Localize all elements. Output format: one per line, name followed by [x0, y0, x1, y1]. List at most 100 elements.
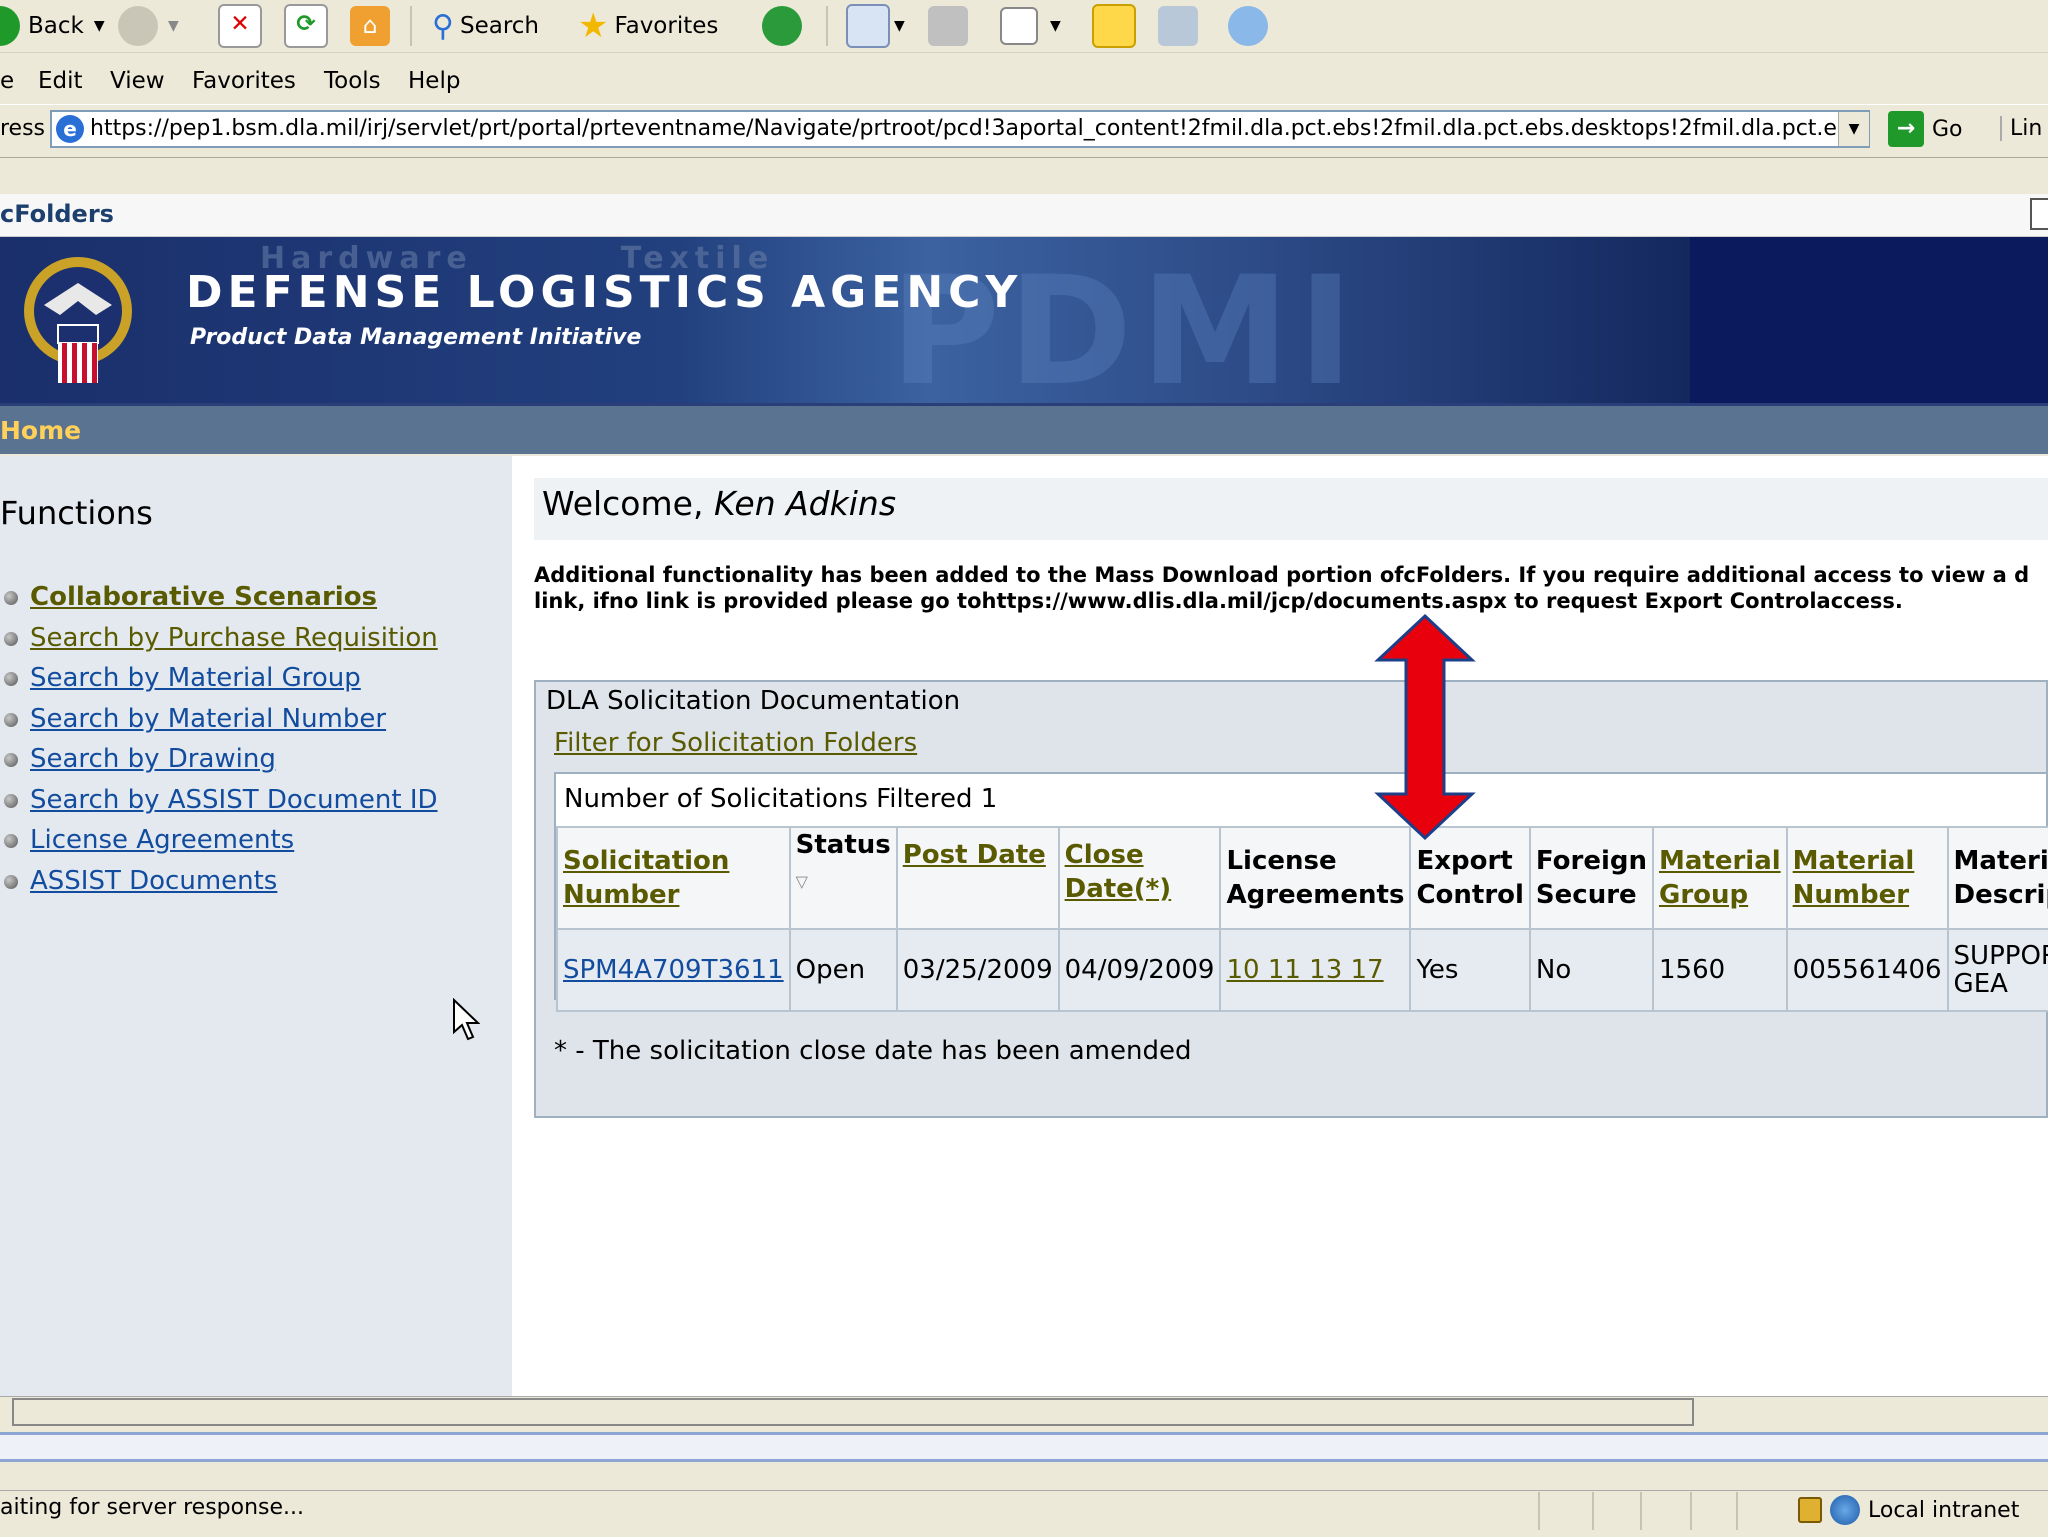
menu-view[interactable]: View [110, 68, 165, 94]
discuss-button[interactable] [1092, 4, 1136, 48]
back-button[interactable]: Back ▼ [0, 6, 105, 46]
menu-favorites[interactable]: Favorites [192, 68, 296, 94]
sidebar-item-assist-documents[interactable]: ASSIST Documents [0, 866, 277, 896]
sidebar-item-assist-document-id[interactable]: Search by ASSIST Document ID [0, 785, 438, 815]
favorites-button[interactable]: ★ Favorites [578, 6, 718, 46]
col-post-date[interactable]: Post Date [895, 826, 1060, 930]
agency-banner: Hardware Textile PDMI DEFENSE LOGISTICS … [0, 237, 2048, 406]
status-divider [1690, 1492, 1692, 1530]
sort-triangle-icon[interactable]: ▽ [796, 872, 808, 891]
status-divider [1592, 1492, 1594, 1530]
sidebar-item-license-agreements[interactable]: License Agreements [0, 825, 294, 855]
page-menu-icon[interactable] [2030, 198, 2048, 230]
links-button[interactable]: Lin [2000, 116, 2042, 141]
agency-name: DEFENSE LOGISTICS AGENCY [186, 267, 1023, 318]
portal-title-bar [0, 194, 2048, 237]
sidebar-item-label[interactable]: Search by Material Number [30, 704, 386, 734]
sidebar-item-label[interactable]: Search by Material Group [30, 663, 361, 693]
status-text: aiting for server response... [0, 1495, 305, 1520]
url-input[interactable]: e https://pep1.bsm.dla.mil/irj/servlet/pr… [50, 110, 1870, 148]
double-arrow-icon [1374, 613, 1476, 841]
word-icon [1000, 7, 1038, 45]
refresh-icon: ⟳ [284, 4, 328, 48]
sidebar-item-label[interactable]: Search by Purchase Requisition [30, 623, 438, 653]
portal-title: cFolders [0, 200, 114, 228]
cell-status: Open [788, 928, 898, 1012]
bullet-icon [4, 631, 18, 646]
close-date-footnote: * - The solicitation close date has been… [554, 1036, 1192, 1066]
menu-help[interactable]: Help [408, 68, 460, 94]
sidebar-item-label[interactable]: Search by Drawing [30, 744, 276, 774]
sidebar-item-material-group[interactable]: Search by Material Group [0, 663, 361, 693]
toolbar-divider [410, 6, 412, 46]
scrollbar-thumb[interactable] [12, 1398, 1694, 1426]
url-dropdown-chevron-icon[interactable]: ▼ [1838, 112, 1869, 146]
url-text: https://pep1.bsm.dla.mil/irj/servlet/prt… [90, 116, 1870, 141]
table-row: SPM4A709T3611 Open 03/25/2009 04/09/2009… [556, 928, 2048, 1012]
sidebar-item-label[interactable]: Collaborative Scenarios [30, 582, 377, 612]
col-close-date[interactable]: Close Date(*) [1057, 826, 1222, 930]
messenger-icon [1228, 6, 1268, 46]
menu-file[interactable]: e [0, 68, 14, 94]
status-bar [0, 1490, 2048, 1537]
sidebar-item-collaborative-scenarios[interactable]: Collaborative Scenarios [0, 582, 377, 612]
go-label: Go [1932, 116, 1963, 142]
history-button[interactable] [762, 6, 802, 46]
ie-page-icon: e [56, 115, 84, 143]
sidebar-item-label[interactable]: License Agreements [30, 825, 294, 855]
search-button[interactable]: ⚲ Search [432, 6, 539, 46]
messenger-button[interactable] [1228, 6, 1268, 46]
forward-button[interactable]: ▼ [118, 6, 179, 46]
sidebar-item-label[interactable]: ASSIST Documents [30, 866, 277, 896]
mail-icon [846, 4, 890, 48]
menu-edit[interactable]: Edit [38, 68, 83, 94]
history-icon [762, 6, 802, 46]
sidebar-item-material-number[interactable]: Search by Material Number [0, 704, 386, 734]
chevron-down-icon[interactable]: ▼ [94, 18, 105, 34]
printer-icon [928, 6, 968, 46]
sidebar-item-label[interactable]: Search by ASSIST Document ID [30, 785, 438, 815]
refresh-button[interactable]: ⟳ [284, 4, 328, 48]
status-divider [1736, 1492, 1738, 1530]
mail-button[interactable]: ▼ [846, 4, 905, 48]
favorites-label: Favorites [614, 13, 719, 39]
col-material-number[interactable]: Material Number [1785, 826, 1949, 930]
back-arrow-icon [0, 6, 20, 46]
menu-bar: e Edit View Favorites Tools Help [0, 62, 2048, 102]
status-divider [1538, 1492, 1540, 1530]
notice-text: Additional functionality has been added … [534, 562, 2048, 614]
research-button[interactable] [1158, 6, 1198, 46]
menu-tools[interactable]: Tools [324, 68, 381, 94]
stop-button[interactable]: ✕ [218, 4, 262, 48]
notice-line: Additional functionality has been added … [534, 563, 2030, 587]
top-navigation [0, 406, 2048, 454]
welcome-prefix: Welcome, [542, 484, 714, 523]
agency-subtitle: Product Data Management Initiative [190, 325, 642, 350]
print-button[interactable] [928, 6, 968, 46]
col-material-group[interactable]: Material Group [1651, 826, 1788, 930]
home-button[interactable]: ⌂ [350, 6, 390, 46]
nav-home-tab[interactable]: Home [0, 416, 81, 445]
cell-close-date: 04/09/2009 [1057, 928, 1222, 1012]
edit-button[interactable]: ▼ [1000, 6, 1061, 46]
bullet-icon [4, 752, 18, 767]
col-solicitation-number[interactable]: Solicitation Number [556, 826, 791, 930]
stop-icon: ✕ [218, 4, 262, 48]
filter-solicitation-link[interactable]: Filter for Solicitation Folders [554, 728, 917, 758]
col-status[interactable]: Status ▽ [788, 826, 898, 930]
bullet-icon [4, 833, 18, 848]
filtered-count: Number of Solicitations Filtered 1 [564, 784, 998, 814]
sidebar-item-purchase-requisition[interactable]: Search by Purchase Requisition [0, 623, 438, 653]
go-button[interactable]: → Go [1888, 110, 1968, 148]
chevron-down-icon[interactable]: ▼ [894, 18, 905, 34]
cell-license-agreements[interactable]: 10 11 13 17 [1219, 928, 1412, 1012]
forward-arrow-icon [118, 6, 158, 46]
col-license-agreements: License Agreements [1219, 826, 1412, 930]
sidebar-item-drawing[interactable]: Search by Drawing [0, 744, 276, 774]
cell-solicitation-number[interactable]: SPM4A709T3611 [556, 928, 791, 1012]
cell-foreign-secure: No [1528, 928, 1654, 1012]
chevron-down-icon[interactable]: ▼ [168, 18, 179, 34]
mouse-cursor-icon [453, 998, 480, 1041]
chevron-down-icon[interactable]: ▼ [1050, 18, 1061, 34]
go-arrow-icon: → [1888, 111, 1924, 147]
